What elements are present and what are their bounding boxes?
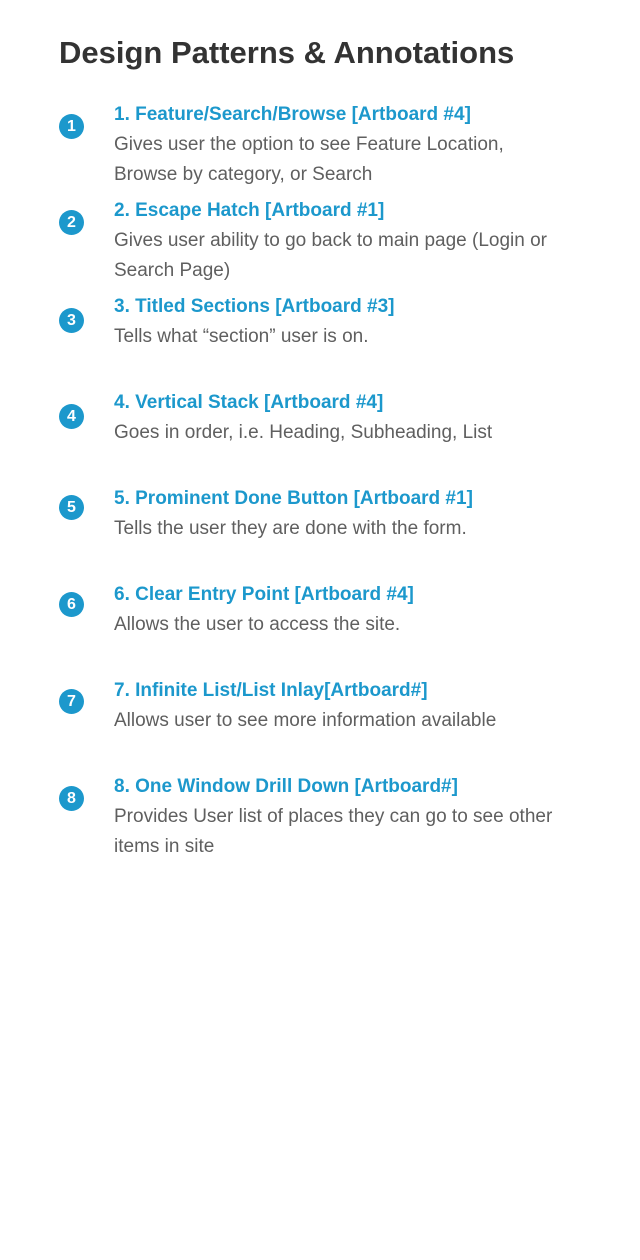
annotation-title: 1. Feature/Search/Browse [Artboard #4] — [114, 104, 471, 125]
annotation-description: Allows user to see more information avai… — [114, 710, 497, 731]
number-badge-icon: 2 — [59, 210, 84, 235]
annotation-description: Gives user ability to go back to main pa… — [114, 230, 548, 281]
number-badge-icon: 4 — [59, 404, 84, 429]
annotation-description: Tells the user they are done with the fo… — [114, 518, 467, 539]
annotation-description: Allows the user to access the site. — [114, 614, 401, 635]
number-badge-icon: 3 — [59, 308, 84, 333]
annotation-description: Goes in order, i.e. Heading, Subheading,… — [114, 422, 493, 443]
number-badge-icon: 6 — [59, 592, 84, 617]
annotation-description: Tells what “section” user is on. — [114, 326, 369, 347]
annotation-title: 2. Escape Hatch [Artboard #1] — [114, 200, 385, 221]
annotation-title: 6. Clear Entry Point [Artboard #4] — [114, 584, 414, 605]
number-badge-icon: 1 — [59, 114, 84, 139]
annotation-description: Gives user the option to see Feature Loc… — [114, 134, 504, 185]
annotation-title: 8. One Window Drill Down [Artboard#] — [114, 776, 458, 797]
annotation-title: 4. Vertical Stack [Artboard #4] — [114, 392, 384, 413]
number-badge-icon: 7 — [59, 689, 84, 714]
number-badge-icon: 8 — [59, 786, 84, 811]
annotation-title: 5. Prominent Done Button [Artboard #1] — [114, 488, 473, 509]
annotation-title: 3. Titled Sections [Artboard #3] — [114, 296, 395, 317]
annotation-title: 7. Infinite List/List Inlay[Artboard#] — [114, 680, 428, 701]
annotation-description: Provides User list of places they can go… — [114, 806, 553, 857]
number-badge-icon: 5 — [59, 495, 84, 520]
page-title: Design Patterns & Annotations — [59, 35, 515, 70]
